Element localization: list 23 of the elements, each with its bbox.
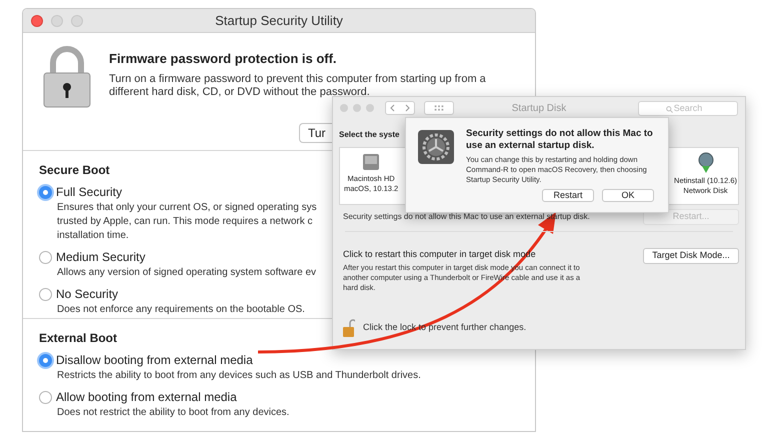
option-description: Does not enforce any requirements on the bootable OS. [57, 303, 305, 317]
option-description: Does not restrict the ability to boot from any devices. [57, 406, 290, 420]
option-label[interactable]: No Security [56, 285, 118, 303]
search-field[interactable]: Search [638, 100, 738, 116]
section-title: External Boot [39, 330, 118, 347]
section-heading: Select the syste [339, 129, 400, 141]
dialog-button[interactable]: Restart [542, 189, 594, 202]
window-title: Startup Disk [512, 102, 566, 116]
alert-title: Security settings do not allow this Mac to use an external startup disk. [466, 128, 654, 152]
dialog-button[interactable]: OK [602, 189, 654, 202]
heading: Firmware password protection is off. [109, 50, 338, 68]
section-title: Secure Boot [39, 162, 110, 179]
window-title: Startup Security Utility [215, 12, 343, 30]
option-description: Ensures that only your current OS, or signed operating sys trusted by Apple, can run. This mode requires a network c installation time. [57, 201, 317, 243]
option-label[interactable]: Disallow booting from external media [56, 351, 253, 369]
turn-on-button[interactable]: Tur [299, 123, 332, 143]
option-description: Restricts the ability to boot from any devices such as USB and Thunderbolt drives. [57, 369, 421, 383]
description-text: Turn on a firmware password to prevent this computer from starting up from a different hard disk, CD, or DVD without the password. [109, 72, 486, 98]
option-label[interactable]: Allow booting from external media [56, 388, 237, 406]
option-description: Allows any version of signed operating system software ev [57, 266, 316, 280]
option-label[interactable]: Medium Security [56, 248, 146, 266]
option-label[interactable]: Full Security [56, 183, 122, 201]
target-disk-mode-button[interactable]: Target Disk Mode... [643, 248, 739, 264]
